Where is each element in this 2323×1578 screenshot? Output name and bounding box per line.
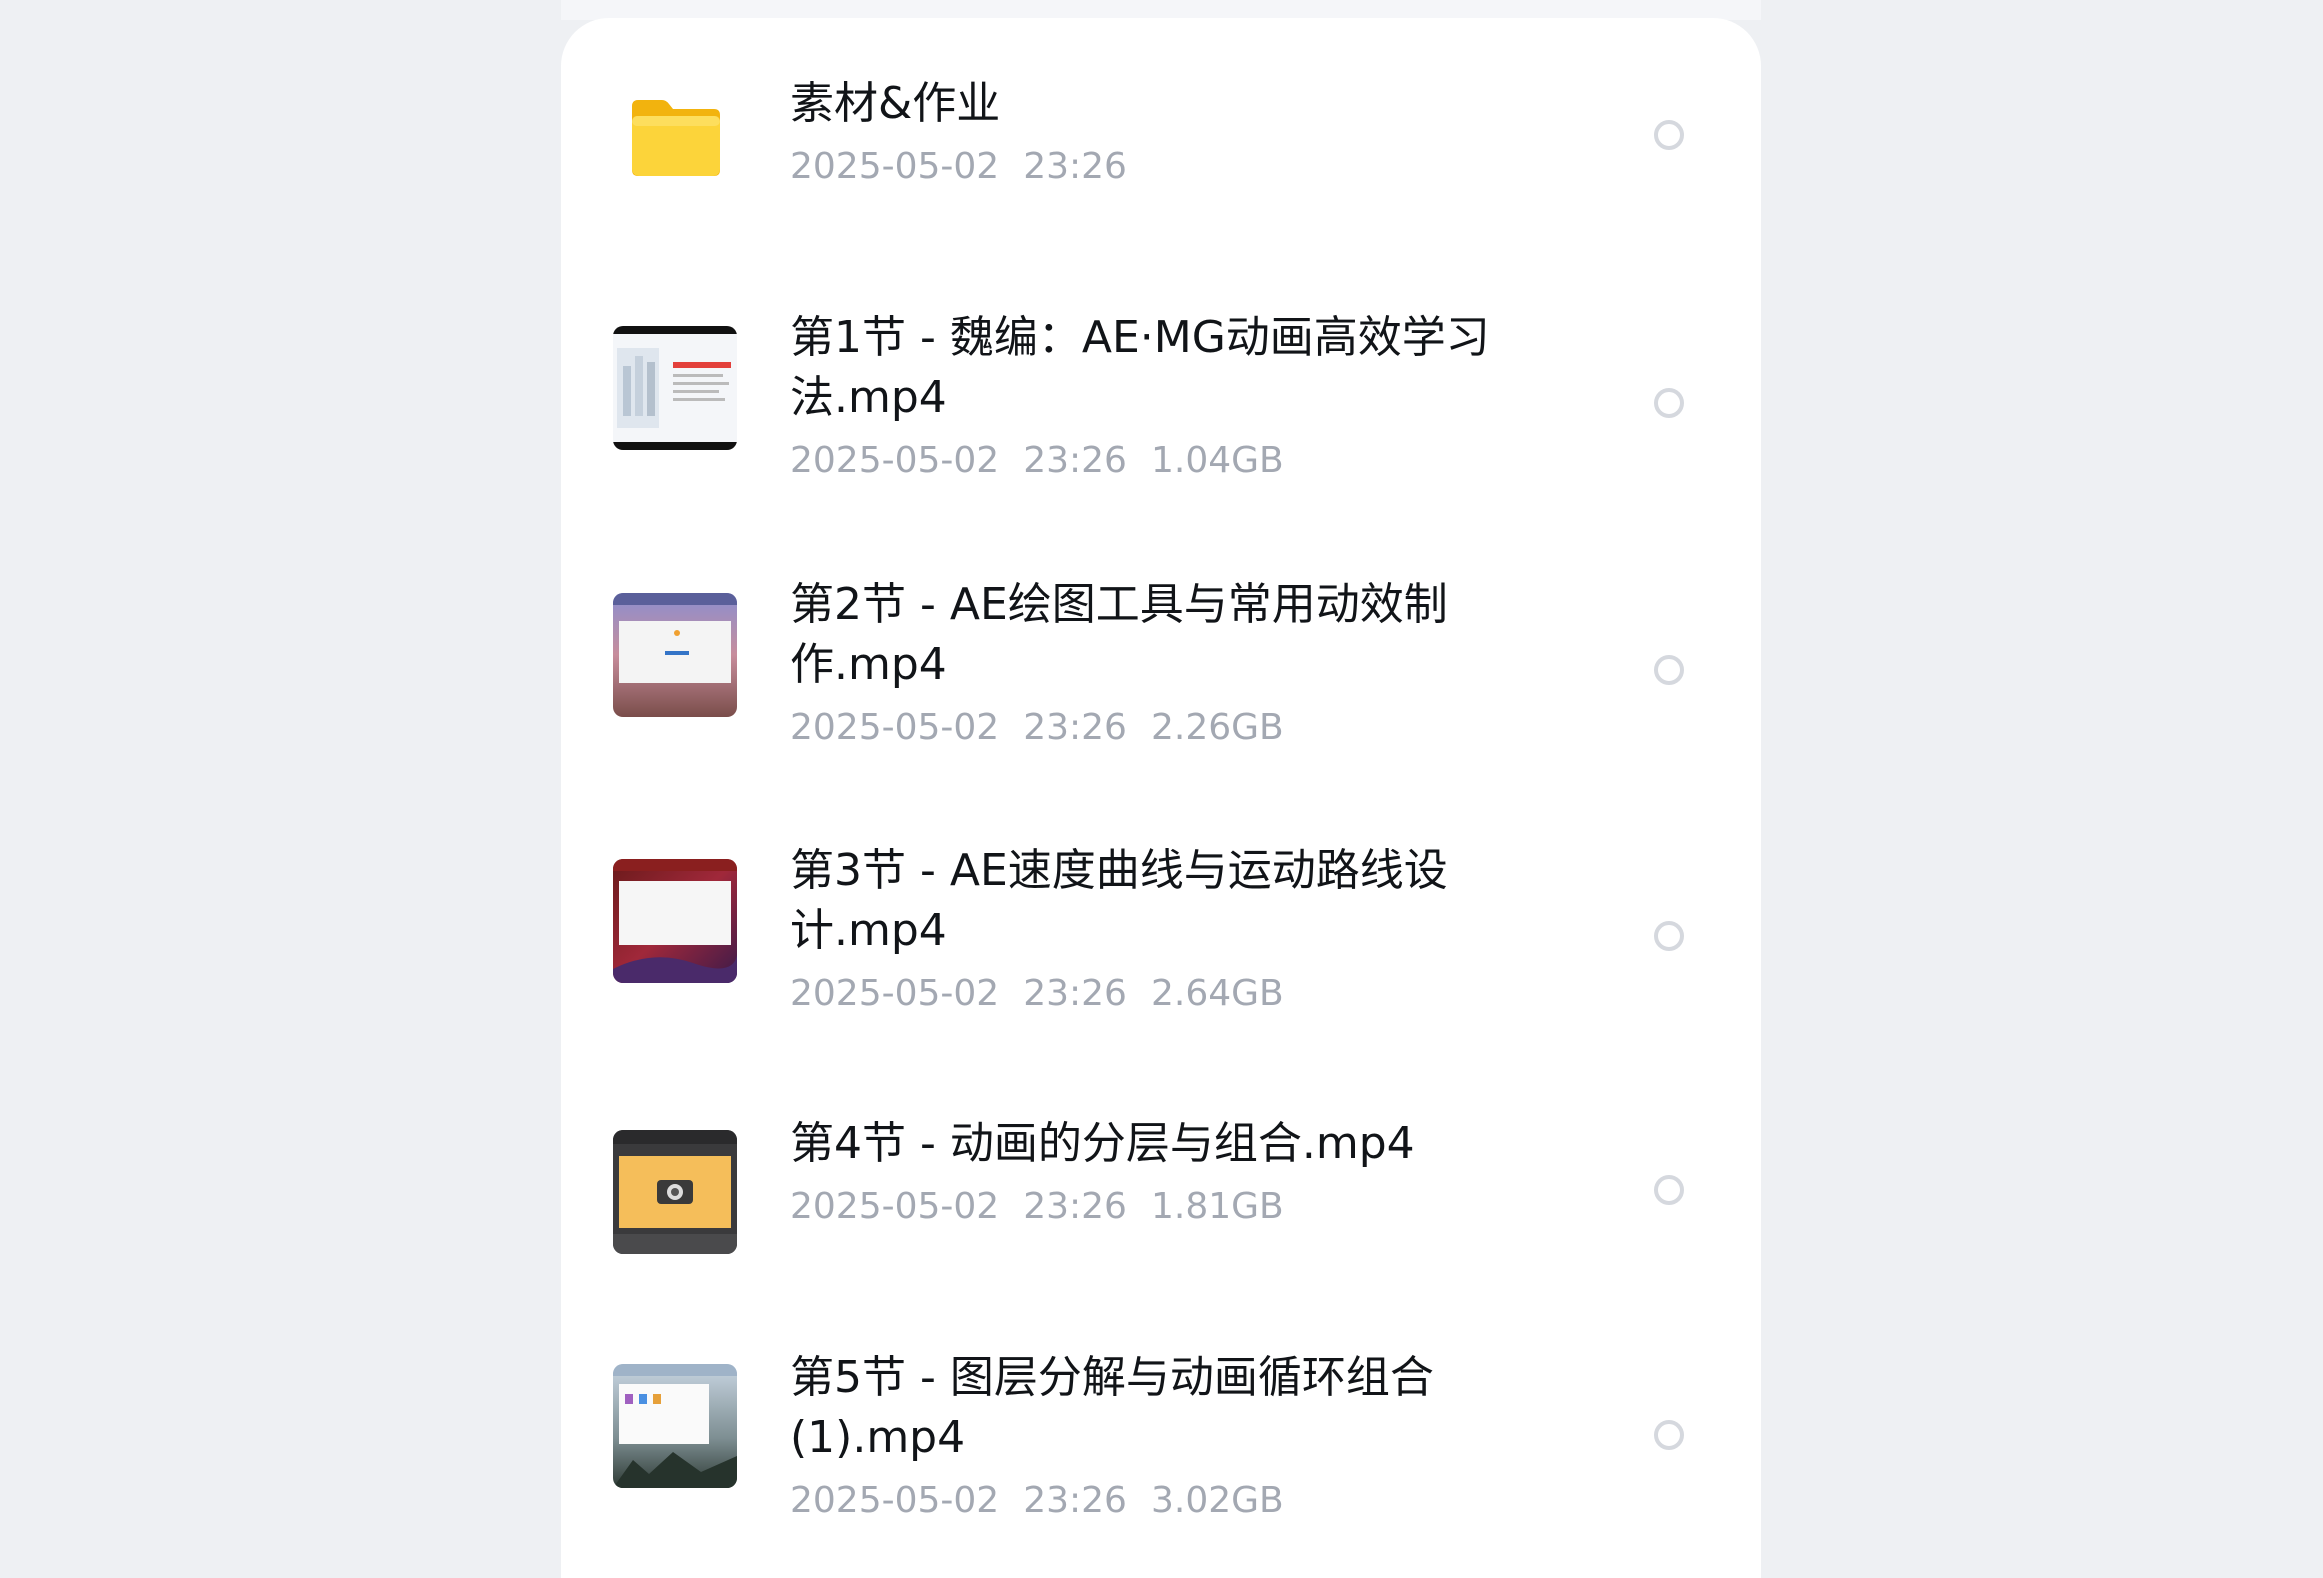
file-meta: 2025-05-02 23:26 2.26GB xyxy=(790,703,1550,753)
file-size: 2.26GB xyxy=(1150,707,1284,748)
file-date: 2025-05-02 xyxy=(790,973,1000,1014)
file-name: 第5节 - 图层分解与动画循环组合(1).mp4 xyxy=(790,1352,1434,1463)
file-size: 2.64GB xyxy=(1150,973,1284,1014)
file-list: 素材&作业 2025-05-02 23:26 第1节 - 魏编：AE·MG动画高… xyxy=(561,18,1761,1578)
file-date: 2025-05-02 xyxy=(790,1480,1000,1521)
file-size: 1.04GB xyxy=(1150,440,1284,481)
file-name: 第3节 - AE速度曲线与运动路线设计.mp4 xyxy=(790,845,1448,956)
file-meta: 2025-05-02 23:26 xyxy=(790,142,1550,192)
file-list-panel: 素材&作业 2025-05-02 23:26 第1节 - 魏编：AE·MG动画高… xyxy=(561,18,1761,1578)
video-thumbnail xyxy=(613,326,737,450)
list-item-video[interactable]: 第3节 - AE速度曲线与运动路线设计.mp4 2025-05-02 23:26 2… xyxy=(561,811,1761,1061)
file-name: 第2节 - AE绘图工具与常用动效制作.mp4 xyxy=(790,579,1448,690)
list-item-video[interactable]: 第4节 - 动画的分层与组合.mp4 2025-05-02 23:26 1.81GB xyxy=(561,1096,1761,1296)
file-name: 第1节 - 魏编：AE·MG动画高效学习法.mp4 xyxy=(790,312,1490,423)
select-radio[interactable] xyxy=(1654,1175,1684,1205)
select-radio[interactable] xyxy=(1654,921,1684,951)
select-radio[interactable] xyxy=(1654,655,1684,685)
file-meta: 2025-05-02 23:26 2.64GB xyxy=(790,969,1550,1019)
file-name: 素材&作业 xyxy=(790,78,1001,129)
file-date: 2025-05-02 xyxy=(790,707,1000,748)
file-date: 2025-05-02 xyxy=(790,440,1000,481)
file-size: 1.81GB xyxy=(1150,1186,1284,1227)
select-radio[interactable] xyxy=(1654,388,1684,418)
file-time: 23:26 xyxy=(1023,146,1127,187)
file-date: 2025-05-02 xyxy=(790,1186,1000,1227)
select-radio[interactable] xyxy=(1654,120,1684,150)
file-name: 第4节 - 动画的分层与组合.mp4 xyxy=(790,1118,1415,1169)
file-meta: 2025-05-02 23:26 1.04GB xyxy=(790,436,1550,486)
file-date: 2025-05-02 xyxy=(790,146,1000,187)
file-meta: 2025-05-02 23:26 3.02GB xyxy=(790,1476,1550,1526)
video-thumbnail xyxy=(613,1130,737,1254)
video-thumbnail xyxy=(613,593,737,717)
top-strip xyxy=(561,0,1761,20)
select-radio[interactable] xyxy=(1654,1420,1684,1450)
list-item-video[interactable]: 第5节 - 图层分解与动画循环组合(1).mp4 2025-05-02 23:26… xyxy=(561,1322,1761,1572)
file-time: 23:26 xyxy=(1023,973,1127,1014)
folder-icon xyxy=(632,100,720,176)
file-size: 3.02GB xyxy=(1150,1480,1284,1521)
list-item-folder[interactable]: 素材&作业 2025-05-02 23:26 xyxy=(561,18,1761,248)
list-item-video[interactable]: 第2节 - AE绘图工具与常用动效制作.mp4 2025-05-02 23:26 2… xyxy=(561,545,1761,795)
file-time: 23:26 xyxy=(1023,707,1127,748)
file-time: 23:26 xyxy=(1023,1186,1127,1227)
video-thumbnail xyxy=(613,859,737,983)
file-time: 23:26 xyxy=(1023,1480,1127,1521)
list-item-video[interactable]: 第1节 - 魏编：AE·MG动画高效学习法.mp4 2025-05-02 23:2… xyxy=(561,278,1761,528)
video-thumbnail xyxy=(613,1364,737,1488)
file-meta: 2025-05-02 23:26 1.81GB xyxy=(790,1182,1550,1232)
file-time: 23:26 xyxy=(1023,440,1127,481)
